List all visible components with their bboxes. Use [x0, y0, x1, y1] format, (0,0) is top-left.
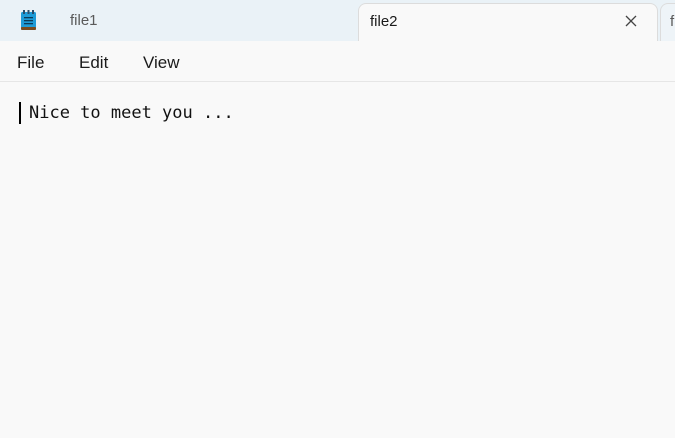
menu-view[interactable]: View — [143, 53, 180, 73]
notepad-icon — [20, 10, 37, 31]
editor-content: Nice to meet you ... — [29, 103, 234, 123]
menu-file[interactable]: File — [17, 53, 44, 73]
tab-file2[interactable]: file2 — [358, 3, 658, 41]
tab-label: file1 — [70, 12, 98, 29]
close-icon[interactable] — [623, 13, 639, 29]
tab-file1[interactable]: file1 — [54, 0, 354, 41]
menu-edit[interactable]: Edit — [79, 53, 108, 73]
tab-label: file2 — [370, 13, 398, 30]
notepad-window: file1 file2 f File Edit View Nice to mee… — [0, 0, 675, 438]
text-caret — [19, 102, 21, 124]
tab-strip: file1 file2 f — [0, 0, 675, 41]
menu-bar: File Edit View — [0, 41, 675, 82]
tab-partial[interactable]: f — [660, 3, 675, 41]
text-editor[interactable]: Nice to meet you ... — [0, 82, 675, 438]
tab-label: f — [670, 13, 675, 30]
